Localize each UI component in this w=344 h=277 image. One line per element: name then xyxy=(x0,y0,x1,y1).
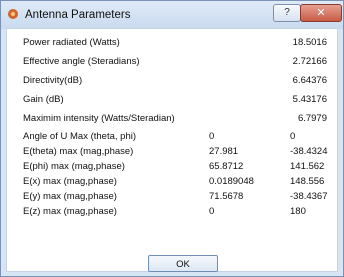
pair-value-1: 0.0189048 xyxy=(209,176,254,187)
close-button[interactable]: ✕ xyxy=(300,4,342,22)
param-label: Power radiated (Watts) xyxy=(23,37,120,48)
pair-label: E(theta) max (mag,phase) xyxy=(23,146,134,157)
pair-row: E(theta) max (mag,phase) 27.981 -38.4324 xyxy=(7,146,337,160)
param-label: Maximim intensity (Watts/Steradian) xyxy=(23,113,175,124)
param-row: Directivity(dB) 6.64376 xyxy=(7,75,337,89)
pair-value-1: 27.981 xyxy=(209,146,239,157)
pair-label: E(x) max (mag,phase) xyxy=(23,176,117,187)
pair-value-2: -38.4324 xyxy=(290,146,328,157)
param-row: Power radiated (Watts) 18.5016 xyxy=(7,37,337,51)
pair-row: Angle of U Max (theta, phi) 0 0 xyxy=(7,131,337,145)
param-label: Directivity(dB) xyxy=(23,75,83,86)
parameters-panel: Power radiated (Watts) 18.5016 Effective… xyxy=(6,28,338,272)
pair-value-1: 71.5678 xyxy=(209,191,244,202)
title-bar: Antenna Parameters ? ✕ xyxy=(1,1,343,29)
param-value: 6.64376 xyxy=(292,75,327,86)
param-value: 18.5016 xyxy=(292,37,327,48)
param-row: Effective angle (Steradians) 2.72166 xyxy=(7,56,337,70)
pair-value-2: -38.4367 xyxy=(290,191,328,202)
param-value: 5.43176 xyxy=(292,94,327,105)
param-value: 6.7979 xyxy=(297,113,327,124)
ok-button[interactable]: OK xyxy=(148,255,218,272)
pair-row: E(y) max (mag,phase) 71.5678 -38.4367 xyxy=(7,191,337,205)
pair-row: E(z) max (mag,phase) 0 180 xyxy=(7,206,337,220)
pair-label: E(z) max (mag,phase) xyxy=(23,206,117,217)
pair-label: E(y) max (mag,phase) xyxy=(23,191,117,202)
param-label: Effective angle (Steradians) xyxy=(23,56,140,67)
param-value: 2.72166 xyxy=(292,56,327,67)
pair-row: E(x) max (mag,phase) 0.0189048 148.556 xyxy=(7,176,337,190)
help-button[interactable]: ? xyxy=(273,4,301,22)
param-label: Gain (dB) xyxy=(23,94,64,105)
param-row: Maximim intensity (Watts/Steradian) 6.79… xyxy=(7,113,337,127)
pair-label: Angle of U Max (theta, phi) xyxy=(23,131,136,142)
window-title: Antenna Parameters xyxy=(25,9,131,21)
pair-value-1: 0 xyxy=(209,131,215,142)
app-icon xyxy=(8,9,18,19)
pair-value-2: 180 xyxy=(290,206,306,217)
pair-value-2: 141.562 xyxy=(290,161,325,172)
pair-value-2: 0 xyxy=(290,131,296,142)
pair-value-1: 0 xyxy=(209,206,215,217)
pair-value-1: 65.8712 xyxy=(209,161,244,172)
antenna-parameters-dialog: Antenna Parameters ? ✕ Power radiated (W… xyxy=(0,0,344,277)
pair-label: E(phi) max (mag,phase) xyxy=(23,161,125,172)
pair-row: E(phi) max (mag,phase) 65.8712 141.562 xyxy=(7,161,337,175)
param-row: Gain (dB) 5.43176 xyxy=(7,94,337,108)
pair-value-2: 148.556 xyxy=(290,176,325,187)
